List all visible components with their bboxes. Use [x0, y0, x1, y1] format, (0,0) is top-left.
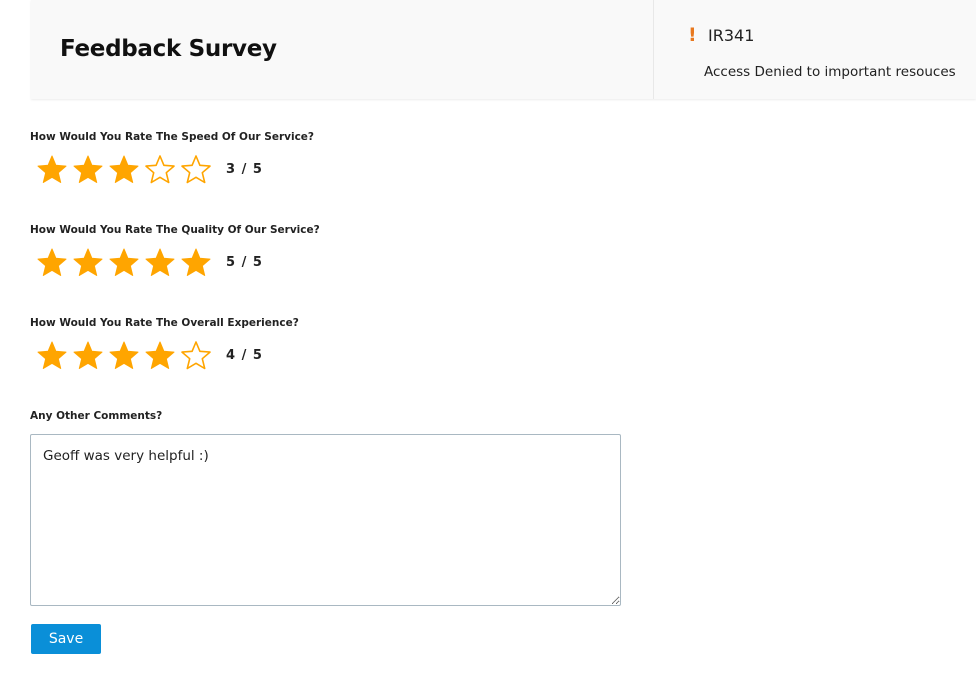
star-empty-icon[interactable]	[180, 340, 212, 370]
save-button[interactable]: Save	[31, 624, 101, 654]
alert-exclamation-icon: !	[688, 24, 697, 46]
page-header: Feedback Survey ! IR341 Access Denied to…	[31, 0, 976, 99]
incident-summary: ! IR341 Access Denied to important resou…	[688, 24, 956, 80]
incident-id: IR341	[708, 25, 755, 45]
header-divider	[653, 0, 654, 99]
rating-score: 4 / 5	[226, 347, 263, 363]
star-filled-icon[interactable]	[72, 340, 104, 370]
star-filled-icon[interactable]	[108, 247, 140, 277]
question-overall-label: How Would You Rate The Overall Experienc…	[30, 317, 299, 329]
star-filled-icon[interactable]	[36, 247, 68, 277]
rating-quality[interactable]: 5 / 5	[36, 247, 263, 277]
star-filled-icon[interactable]	[72, 154, 104, 184]
rating-speed[interactable]: 3 / 5	[36, 154, 263, 184]
star-empty-icon[interactable]	[180, 154, 212, 184]
incident-description: Access Denied to important resouces	[704, 64, 956, 80]
question-speed-label: How Would You Rate The Speed Of Our Serv…	[30, 131, 315, 143]
star-filled-icon[interactable]	[108, 340, 140, 370]
rating-overall[interactable]: 4 / 5	[36, 340, 263, 370]
star-filled-icon[interactable]	[36, 340, 68, 370]
comments-label: Any Other Comments?	[30, 410, 163, 422]
star-filled-icon[interactable]	[36, 154, 68, 184]
question-quality-label: How Would You Rate The Quality Of Our Se…	[30, 224, 320, 236]
comments-textarea[interactable]	[30, 434, 621, 606]
star-filled-icon[interactable]	[108, 154, 140, 184]
rating-score: 3 / 5	[226, 161, 263, 177]
page-title: Feedback Survey	[60, 36, 277, 62]
star-filled-icon[interactable]	[72, 247, 104, 277]
star-filled-icon[interactable]	[180, 247, 212, 277]
star-filled-icon[interactable]	[144, 247, 176, 277]
star-empty-icon[interactable]	[144, 154, 176, 184]
rating-score: 5 / 5	[226, 254, 263, 270]
star-filled-icon[interactable]	[144, 340, 176, 370]
